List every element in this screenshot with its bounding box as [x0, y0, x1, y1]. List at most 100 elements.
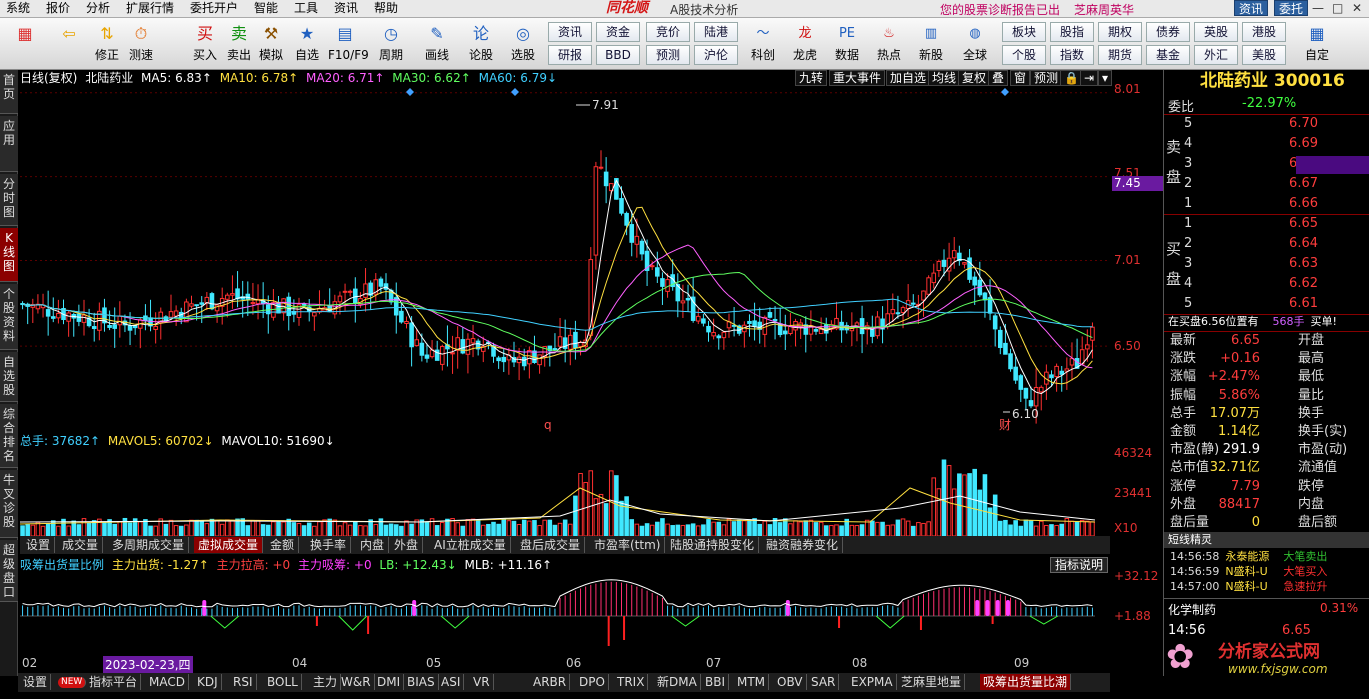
- indicator-tab[interactable]: BBI: [702, 674, 730, 690]
- toolbar-pe-button[interactable]: PE 数据: [830, 20, 864, 68]
- bid-row[interactable]: 3 6.63: [1184, 254, 1369, 274]
- indicator-tab[interactable]: EXPMA: [848, 674, 897, 690]
- toolbar-back-button[interactable]: ⇦: [52, 20, 86, 68]
- info-button[interactable]: 资讯: [1234, 0, 1269, 16]
- leftnav-item[interactable]: 首页: [0, 70, 18, 114]
- toolbar-buy-button[interactable]: 买买入: [188, 20, 222, 68]
- volume-tab[interactable]: 成交量: [58, 537, 104, 553]
- bid-row[interactable]: 5 6.61: [1184, 294, 1369, 314]
- indicator-chart[interactable]: [20, 572, 1110, 654]
- sprite-row[interactable]: 14:57:00 N盛科-U 急速拉升: [1170, 580, 1369, 594]
- trade-button[interactable]: 委托: [1274, 0, 1309, 16]
- toolbar-discuss-button[interactable]: 论论股: [464, 20, 498, 68]
- volume-tab[interactable]: 融资融券变化: [762, 537, 844, 553]
- indicator-tab[interactable]: 设置: [20, 674, 52, 690]
- indicator-tab[interactable]: ASI: [438, 674, 465, 690]
- toolbar-speed-button[interactable]: ⏱ 测速: [124, 20, 158, 68]
- toolbar-hammer-button[interactable]: ⚒ 模拟: [254, 20, 288, 68]
- toolbar-small-button[interactable]: 英股: [1194, 22, 1238, 42]
- volume-tab[interactable]: 虚拟成交量: [194, 537, 264, 553]
- indicator-tab[interactable]: DMI: [374, 674, 405, 690]
- toolbar-small-button[interactable]: 期货: [1098, 45, 1142, 65]
- expand-icon[interactable]: ⇥: [1080, 70, 1099, 86]
- indicator-tab[interactable]: BOLL: [264, 674, 302, 690]
- toolbar-f10-button[interactable]: ▤ F10/F9: [328, 20, 369, 68]
- indicator-tab[interactable]: KDJ: [194, 674, 222, 690]
- indicator-tab[interactable]: MTM: [734, 674, 770, 690]
- leftnav-item[interactable]: K线图: [0, 228, 18, 282]
- menu-quote[interactable]: 报价: [46, 1, 70, 16]
- bid-row[interactable]: 2 6.64: [1184, 234, 1369, 254]
- indicator-tab[interactable]: BIAS: [404, 674, 439, 690]
- toolbar-small-button[interactable]: 债券: [1146, 22, 1190, 42]
- leftnav-item[interactable]: 超级盘口: [0, 540, 18, 602]
- indicator-tab[interactable]: 芝麻里地量: [898, 674, 966, 690]
- toolbar-custom-button[interactable]: ▦ 自定: [1300, 20, 1334, 68]
- close-icon[interactable]: ✕: [1352, 1, 1362, 15]
- indicator-tab[interactable]: TRIX: [614, 674, 649, 690]
- volume-tab[interactable]: 市盈率(ttm): [590, 537, 666, 553]
- ask-row[interactable]: 5 6.70: [1184, 114, 1369, 134]
- toolbar-small-button[interactable]: 资金: [596, 22, 640, 42]
- toolbar-grid-button[interactable]: ▦: [8, 20, 42, 68]
- indicator-tab[interactable]: SAR: [808, 674, 840, 690]
- toolbar-small-button[interactable]: 竞价: [646, 22, 690, 42]
- sector-name[interactable]: 化学制药: [1168, 601, 1216, 618]
- toolbar-fix-button[interactable]: ⇅ 修正: [90, 20, 124, 68]
- menu-analysis[interactable]: 分析: [86, 1, 110, 16]
- leftnav-item[interactable]: 应用: [0, 116, 18, 172]
- menu-tools[interactable]: 工具: [294, 1, 318, 16]
- event-mark-cai[interactable]: 财: [999, 418, 1011, 432]
- volume-tab[interactable]: 设置: [22, 537, 56, 553]
- menu-smart[interactable]: 智能: [254, 1, 278, 16]
- toolbar-small-button[interactable]: 港股: [1242, 22, 1286, 42]
- toolbar-clock-button[interactable]: ◷ 周期: [374, 20, 408, 68]
- bid-row[interactable]: 4 6.62: [1184, 274, 1369, 294]
- indicator-tab[interactable]: 指标平台: [86, 674, 142, 690]
- chart-control-button[interactable]: 加自选: [886, 70, 931, 86]
- leftnav-item[interactable]: 综合排名: [0, 404, 18, 468]
- toolbar-pen-button[interactable]: ✎ 画线: [420, 20, 454, 68]
- toolbar-small-button[interactable]: 沪伦: [694, 45, 738, 65]
- leftnav-item[interactable]: 分时图: [0, 174, 18, 226]
- toolbar-small-button[interactable]: 研报: [548, 45, 592, 65]
- bid-row[interactable]: 1 6.65: [1184, 214, 1369, 234]
- menu-help[interactable]: 帮助: [374, 1, 398, 16]
- toolbar-small-button[interactable]: 陆港: [694, 22, 738, 42]
- indicator-tab[interactable]: ARBR: [530, 674, 571, 690]
- ask-row[interactable]: 2 6.67: [1184, 174, 1369, 194]
- toolbar-newstock-button[interactable]: ▥ 新股: [914, 20, 948, 68]
- ask-row[interactable]: 4 6.69: [1184, 134, 1369, 154]
- maximize-icon[interactable]: □: [1332, 1, 1343, 15]
- volume-chart[interactable]: [20, 448, 1110, 536]
- chart-control-button[interactable]: 复权: [958, 70, 991, 86]
- toolbar-star-button[interactable]: ★ 自选: [290, 20, 324, 68]
- kline-chart[interactable]: [20, 86, 1110, 430]
- toolbar-small-button[interactable]: 股指: [1050, 22, 1094, 42]
- event-mark-q[interactable]: q: [544, 418, 552, 432]
- volume-tab[interactable]: 多周期成交量: [108, 537, 190, 553]
- toolbar-small-button[interactable]: 板块: [1002, 22, 1046, 42]
- indicator-explain-button[interactable]: 指标说明: [1050, 557, 1109, 573]
- chart-control-button[interactable]: 九转: [795, 70, 828, 86]
- menu-trade-open[interactable]: 委托开户: [190, 1, 238, 16]
- indicator-tab[interactable]: OBV: [774, 674, 807, 690]
- volume-tab[interactable]: 外盘: [390, 537, 424, 553]
- indicator-tab[interactable]: VR: [470, 674, 494, 690]
- toolbar-small-button[interactable]: 美股: [1242, 45, 1286, 65]
- toolbar-hot-button[interactable]: ♨ 热点: [872, 20, 906, 68]
- chart-control-button[interactable]: 预测: [1030, 70, 1063, 86]
- indicator-tab[interactable]: RSI: [230, 674, 257, 690]
- leftnav-item[interactable]: 个股资料: [0, 284, 18, 350]
- menu-arrow-icon[interactable]: ▾: [1098, 70, 1113, 86]
- toolbar-kechuang-button[interactable]: 〜科创: [746, 20, 780, 68]
- promo-diagnosis-link[interactable]: 您的股票诊断报告已出: [940, 1, 1060, 18]
- toolbar-small-button[interactable]: 个股: [1002, 45, 1046, 65]
- toolbar-dragon-button[interactable]: 龙龙虎: [788, 20, 822, 68]
- volume-tab[interactable]: 内盘: [356, 537, 390, 553]
- period-label[interactable]: 日线(复权): [20, 71, 77, 85]
- chart-control-button[interactable]: 均线: [928, 70, 961, 86]
- volume-tab[interactable]: 盘后成交量: [516, 537, 586, 553]
- toolbar-small-button[interactable]: 资讯: [548, 22, 592, 42]
- sprite-row[interactable]: 14:56:59 N盛科-U 大笔买入: [1170, 565, 1369, 579]
